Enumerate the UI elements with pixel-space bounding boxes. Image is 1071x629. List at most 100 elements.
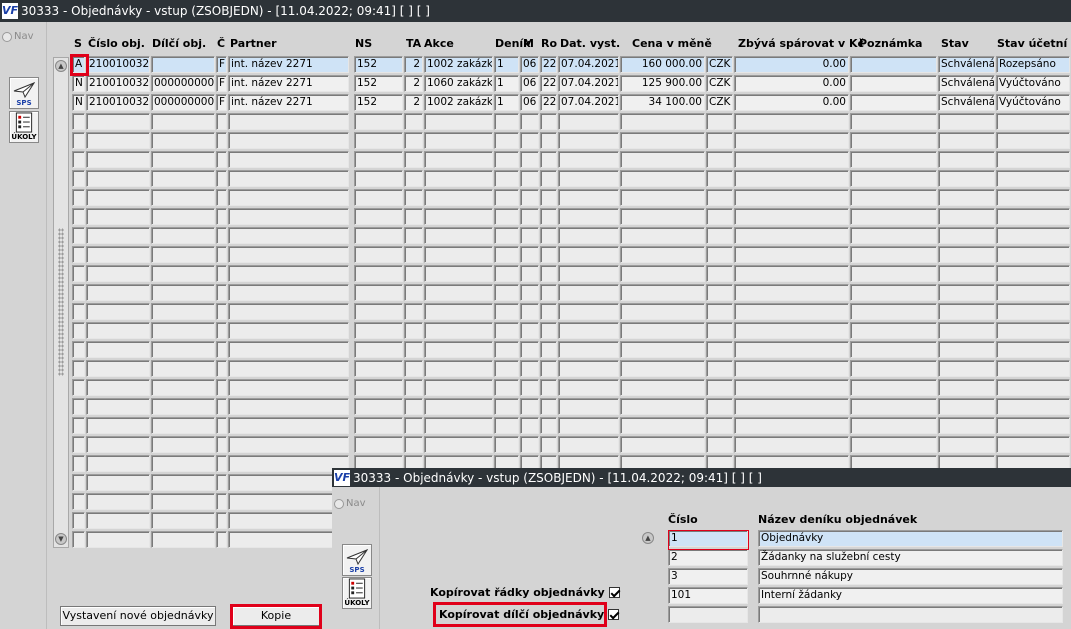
grid-cell-empty[interactable] [540, 227, 557, 244]
grid-cell-empty[interactable] [151, 284, 215, 301]
grid-cell-empty[interactable] [850, 208, 937, 225]
grid-cell[interactable]: 2100100325 [86, 75, 150, 92]
dialog-scroll-up-icon[interactable]: ▲ [642, 532, 654, 544]
journal-name-cell[interactable]: Žádanky na služební cesty [758, 549, 1063, 566]
grid-cell-empty[interactable] [72, 303, 85, 320]
grid-cell-empty[interactable] [151, 360, 215, 377]
grid-cell-empty[interactable] [228, 265, 349, 282]
grid-cell[interactable]: N [72, 94, 85, 111]
grid-cell-empty[interactable] [850, 303, 937, 320]
grid-cell-empty[interactable] [540, 284, 557, 301]
grid-cell-empty[interactable] [151, 265, 215, 282]
grid-cell-empty[interactable] [540, 208, 557, 225]
grid-cell-empty[interactable] [216, 341, 227, 358]
grid-cell-empty[interactable] [620, 113, 705, 130]
grid-cell[interactable]: 0000000006 [151, 94, 215, 111]
journal-number-cell-empty[interactable] [668, 606, 748, 623]
col-header-dat-vyst[interactable]: Dat. vyst. [560, 37, 620, 50]
grid-cell-empty[interactable] [494, 227, 519, 244]
copy-rows-checkbox-row[interactable]: Kopírovat řádky objednávky [430, 586, 620, 599]
grid-cell-empty[interactable] [706, 170, 733, 187]
grid-cell-empty[interactable] [850, 360, 937, 377]
grid-cell-empty[interactable] [558, 208, 619, 225]
grid-cell-empty[interactable] [520, 227, 539, 244]
grid-cell-empty[interactable] [996, 322, 1070, 339]
grid-cell-empty[interactable] [72, 379, 85, 396]
grid-cell-empty[interactable] [354, 322, 403, 339]
grid-cell-empty[interactable] [216, 455, 227, 472]
grid-cell-empty[interactable] [72, 265, 85, 282]
grid-cell-empty[interactable] [938, 113, 995, 130]
col-header-stav-ucetni[interactable]: Stav účetní [997, 37, 1067, 50]
grid-cell-empty[interactable] [620, 227, 705, 244]
grid-cell-empty[interactable] [151, 493, 215, 510]
grid-cell-empty[interactable] [151, 398, 215, 415]
grid-cell-empty[interactable] [354, 265, 403, 282]
grid-cell-empty[interactable] [354, 151, 403, 168]
grid-cell[interactable]: int. název 2271 [228, 94, 349, 111]
grid-cell-empty[interactable] [938, 360, 995, 377]
grid-cell-empty[interactable] [86, 398, 150, 415]
grid-cell[interactable]: 1 [494, 75, 519, 92]
grid-cell[interactable]: 22 [540, 75, 557, 92]
grid-cell-empty[interactable] [850, 379, 937, 396]
grid-cell-empty[interactable] [354, 170, 403, 187]
grid-cell-empty[interactable] [620, 379, 705, 396]
grid-cell-empty[interactable] [216, 322, 227, 339]
grid-cell-empty[interactable] [72, 455, 85, 472]
grid-cell[interactable] [850, 94, 937, 111]
journal-name-cell[interactable]: Objednávky [758, 530, 1063, 547]
grid-cell-empty[interactable] [734, 284, 849, 301]
grid-cell-empty[interactable] [72, 436, 85, 453]
grid-cell-empty[interactable] [404, 360, 423, 377]
col-header-stav[interactable]: Stav [941, 37, 969, 50]
row-resize-grip[interactable] [58, 228, 64, 376]
grid-cell[interactable]: 0000000007 [151, 75, 215, 92]
grid-cell-empty[interactable] [620, 170, 705, 187]
grid-cell-empty[interactable] [86, 417, 150, 434]
col-header-zbyva[interactable]: Zbývá spárovat v Kč [738, 37, 864, 50]
grid-cell-empty[interactable] [72, 208, 85, 225]
grid-cell-empty[interactable] [216, 284, 227, 301]
grid-cell-empty[interactable] [620, 322, 705, 339]
grid-cell-empty[interactable] [996, 151, 1070, 168]
grid-cell-empty[interactable] [86, 113, 150, 130]
grid-cell-empty[interactable] [734, 360, 849, 377]
grid-cell-empty[interactable] [424, 170, 493, 187]
grid-cell-empty[interactable] [558, 417, 619, 434]
grid-cell[interactable]: 0.00 [734, 94, 849, 111]
grid-cell-empty[interactable] [424, 360, 493, 377]
new-order-button[interactable]: Vystavení nové objednávky [60, 606, 216, 626]
scroll-up-icon[interactable]: ▲ [55, 60, 67, 72]
grid-cell[interactable]: 07.04.2021 [558, 56, 619, 73]
grid-cell-empty[interactable] [86, 455, 150, 472]
grid-cell-empty[interactable] [216, 246, 227, 263]
grid-cell-empty[interactable] [494, 436, 519, 453]
grid-cell-empty[interactable] [520, 265, 539, 282]
grid-cell-empty[interactable] [996, 303, 1070, 320]
grid-cell-empty[interactable] [540, 379, 557, 396]
grid-cell-empty[interactable] [494, 151, 519, 168]
grid-cell-empty[interactable] [520, 322, 539, 339]
grid-cell-empty[interactable] [424, 113, 493, 130]
grid-cell-empty[interactable] [540, 113, 557, 130]
grid-cell-empty[interactable] [938, 398, 995, 415]
grid-cell-empty[interactable] [151, 151, 215, 168]
grid-cell-empty[interactable] [228, 398, 349, 415]
grid-cell-empty[interactable] [520, 246, 539, 263]
grid-cell-empty[interactable] [558, 151, 619, 168]
grid-cell-empty[interactable] [72, 417, 85, 434]
grid-cell-empty[interactable] [72, 170, 85, 187]
grid-cell-empty[interactable] [540, 189, 557, 206]
grid-cell-empty[interactable] [151, 303, 215, 320]
grid-cell-empty[interactable] [540, 417, 557, 434]
grid-cell-empty[interactable] [558, 341, 619, 358]
grid-cell-empty[interactable] [996, 208, 1070, 225]
grid-cell-empty[interactable] [938, 227, 995, 244]
grid-cell-empty[interactable] [734, 379, 849, 396]
grid-cell[interactable]: CZK [706, 75, 733, 92]
grid-cell-empty[interactable] [228, 189, 349, 206]
grid-cell-empty[interactable] [216, 417, 227, 434]
grid-cell-empty[interactable] [850, 170, 937, 187]
grid-cell-empty[interactable] [558, 113, 619, 130]
